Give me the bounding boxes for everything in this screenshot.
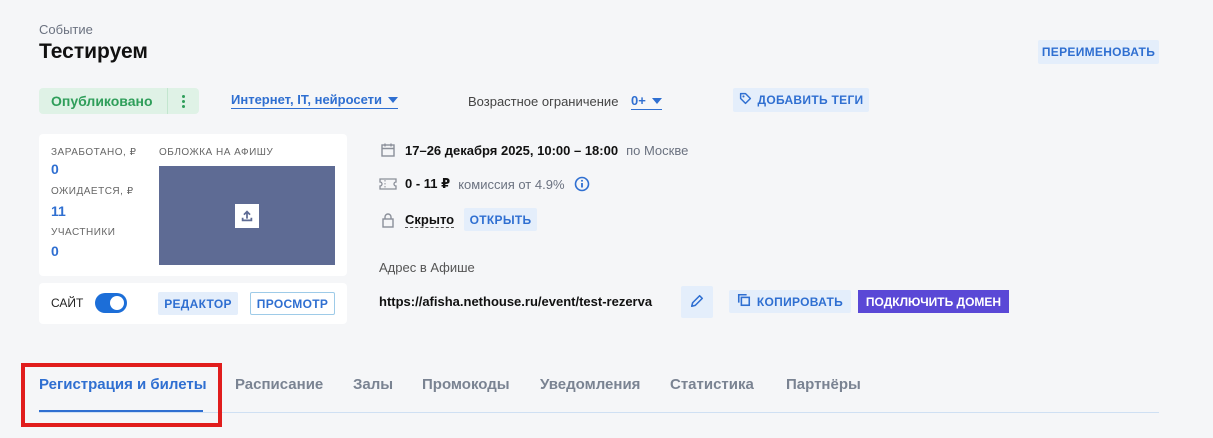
chevron-down-icon: [388, 96, 399, 103]
preview-button[interactable]: ПРОСМОТР: [250, 292, 335, 315]
tab-promocodes[interactable]: Промокоды: [422, 376, 510, 393]
age-limit-label: Возрастное ограничение: [468, 94, 619, 109]
category-value: Интернет, IT, нейросети: [231, 92, 383, 107]
cover-image-placeholder[interactable]: [159, 166, 335, 265]
copy-icon: [737, 293, 751, 310]
more-vertical-icon[interactable]: [167, 88, 199, 114]
expected-label: ОЖИДАЕТСЯ, ₽: [51, 186, 134, 197]
page-kicker: Событие: [39, 22, 93, 37]
tab-notifications[interactable]: Уведомления: [540, 376, 640, 393]
expected-value: 11: [51, 203, 66, 219]
calendar-icon: [379, 141, 397, 159]
tab-partners[interactable]: Партнёры: [786, 376, 861, 393]
participants-value: 0: [51, 243, 59, 259]
chevron-down-icon: [651, 97, 662, 104]
upload-icon[interactable]: [235, 203, 259, 228]
earned-value: 0: [51, 161, 59, 177]
event-url: https://afisha.nethouse.ru/event/test-re…: [379, 294, 653, 309]
commission-text: комиссия от 4.9%: [458, 176, 565, 192]
site-toggle[interactable]: [95, 293, 127, 313]
pencil-icon: [690, 294, 704, 311]
tab-halls[interactable]: Залы: [353, 376, 393, 393]
add-tags-label: ДОБАВИТЬ ТЕГИ: [757, 93, 864, 107]
add-tags-button[interactable]: ДОБАВИТЬ ТЕГИ: [733, 88, 869, 112]
site-label: САЙТ: [51, 296, 84, 310]
copy-url-button[interactable]: КОПИРОВАТЬ: [729, 290, 851, 313]
tab-schedule[interactable]: Расписание: [235, 376, 323, 393]
status-label[interactable]: Опубликовано: [39, 93, 167, 109]
category-dropdown[interactable]: Интернет, IT, нейросети: [231, 92, 399, 109]
status-control: Опубликовано: [39, 88, 199, 114]
age-limit-value: 0+: [631, 93, 646, 108]
rename-button[interactable]: ПЕРЕИМЕНОВАТЬ: [1038, 40, 1159, 64]
highlight-box: [21, 363, 222, 427]
site-card: САЙТ РЕДАКТОР ПРОСМОТР: [39, 283, 347, 324]
price-row: 0 - 11 ₽ комиссия от 4.9%: [379, 175, 591, 193]
earned-label: ЗАРАБОТАНО, ₽: [51, 147, 137, 158]
lock-icon: [379, 211, 397, 229]
date-row: 17–26 декабря 2025, 10:00 – 18:00 по Мос…: [379, 141, 688, 159]
cover-label: ОБЛОЖКА НА АФИШУ: [159, 147, 274, 158]
address-label: Адрес в Афише: [379, 260, 475, 275]
open-visibility-button[interactable]: ОТКРЫТЬ: [464, 208, 538, 231]
event-summary-card: ЗАРАБОТАНО, ₽ 0 ОЖИДАЕТСЯ, ₽ 11 УЧАСТНИК…: [39, 134, 347, 276]
price-range: 0 - 11 ₽: [405, 176, 451, 191]
event-date: 17–26 декабря 2025, 10:00 – 18:00: [405, 142, 619, 158]
participants-label: УЧАСТНИКИ: [51, 227, 116, 238]
tag-icon: [739, 92, 752, 108]
event-timezone: по Москве: [626, 142, 689, 158]
connect-domain-button[interactable]: ПОДКЛЮЧИТЬ ДОМЕН: [858, 290, 1009, 313]
age-limit-dropdown[interactable]: 0+: [631, 93, 662, 110]
visibility-row: Скрыто ОТКРЫТЬ: [379, 208, 538, 231]
copy-label: КОПИРОВАТЬ: [756, 294, 844, 309]
editor-button[interactable]: РЕДАКТОР: [158, 292, 238, 315]
page-title: Тестируем: [39, 40, 148, 63]
ticket-icon: [379, 175, 397, 193]
info-icon[interactable]: [573, 175, 591, 193]
visibility-status[interactable]: Скрыто: [405, 212, 455, 228]
edit-url-button[interactable]: [681, 286, 713, 318]
tab-statistics[interactable]: Статистика: [670, 376, 754, 393]
